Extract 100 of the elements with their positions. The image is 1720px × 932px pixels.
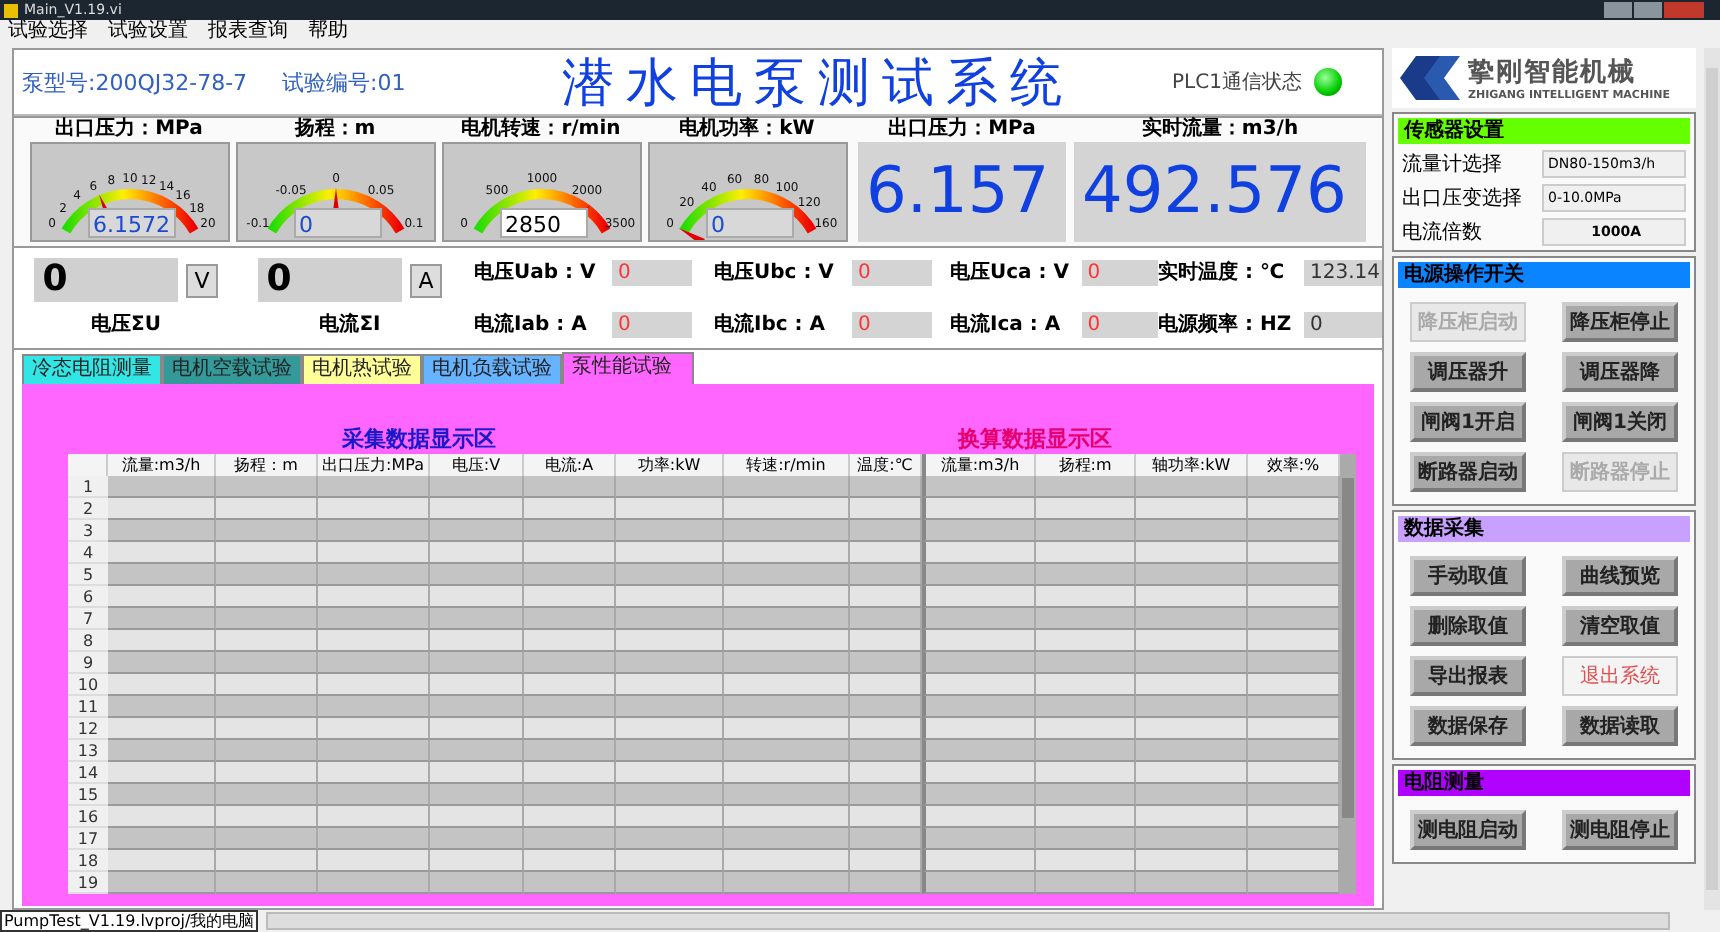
- phase-label: 实时温度 : ℃: [1158, 258, 1287, 286]
- table-cell: [318, 718, 430, 740]
- table-cell: [724, 828, 850, 850]
- phase-label: 电流Ibc : A: [714, 310, 828, 338]
- table-cell: [616, 828, 724, 850]
- column-header: 流量:m3/h: [922, 454, 1036, 476]
- table-cell: [850, 542, 922, 564]
- action-button[interactable]: 断路器启动: [1410, 452, 1527, 492]
- table-cell: [1248, 652, 1340, 674]
- action-button[interactable]: 手动取值: [1410, 556, 1527, 596]
- table-cell: [1136, 718, 1248, 740]
- table-cell: [108, 828, 216, 850]
- action-button[interactable]: 测电阻停止: [1562, 810, 1679, 850]
- tab[interactable]: 电机负载试验: [422, 354, 562, 384]
- action-button[interactable]: 数据读取: [1562, 706, 1679, 746]
- action-button[interactable]: 导出报表: [1410, 656, 1527, 696]
- group-title: 传感器设置: [1398, 118, 1691, 144]
- scrollbar[interactable]: [1340, 454, 1356, 894]
- action-button[interactable]: 降压柜停止: [1562, 302, 1679, 342]
- action-button[interactable]: 删除取值: [1410, 606, 1527, 646]
- table-cell: [616, 586, 724, 608]
- menu-item[interactable]: 试验设置: [108, 20, 188, 44]
- table-cell: [1248, 828, 1340, 850]
- table-cell: [616, 806, 724, 828]
- tab[interactable]: 泵性能试验: [562, 352, 694, 384]
- table-cell: [524, 586, 616, 608]
- tab[interactable]: 电机空载试验: [162, 354, 302, 384]
- tab[interactable]: 电机热试验: [302, 354, 422, 384]
- table-cell: [1136, 784, 1248, 806]
- table-cell: [216, 828, 318, 850]
- table-cell: [108, 674, 216, 696]
- table-cell: [1248, 696, 1340, 718]
- menu-item[interactable]: 报表查询: [208, 20, 288, 44]
- tab[interactable]: 冷态电阻测量: [22, 354, 162, 384]
- table-cell: [318, 784, 430, 806]
- column-header: 电流:A: [524, 454, 616, 476]
- horizontal-scrollbar[interactable]: [266, 912, 1671, 930]
- action-button[interactable]: 调压器升: [1410, 352, 1527, 392]
- action-button[interactable]: 闸阀1开启: [1410, 402, 1527, 442]
- phase-label: 电压Uab : V: [474, 259, 598, 286]
- action-button[interactable]: 闸阀1关闭: [1562, 402, 1679, 442]
- table-cell: [524, 784, 616, 806]
- action-button[interactable]: 测电阻启动: [1410, 810, 1527, 850]
- table-cell: [1248, 630, 1340, 652]
- row-number: 11: [68, 696, 108, 718]
- action-button[interactable]: 退出系统: [1562, 656, 1679, 696]
- window-scrollbar[interactable]: [1704, 48, 1720, 910]
- table-cell: [1136, 740, 1248, 762]
- table-cell: [524, 520, 616, 542]
- table-cell: [1036, 696, 1136, 718]
- table-cell: [318, 674, 430, 696]
- table-cell: [922, 630, 1036, 652]
- table-corner: [68, 454, 108, 476]
- action-button[interactable]: 调压器降: [1562, 352, 1679, 392]
- table-cell: [524, 630, 616, 652]
- table-cell: [524, 498, 616, 520]
- plc-status-label: PLC1通信状态: [1172, 69, 1302, 96]
- table-cell: [524, 718, 616, 740]
- table-cell: [1248, 520, 1340, 542]
- action-button[interactable]: 曲线预览: [1562, 556, 1679, 596]
- table-cell: [922, 652, 1036, 674]
- minimize-button[interactable]: [1604, 2, 1632, 18]
- table-cell: [922, 674, 1036, 696]
- table-cell: [850, 498, 922, 520]
- table-cell: [430, 608, 524, 630]
- table-cell: [1136, 498, 1248, 520]
- table-cell: [616, 872, 724, 894]
- gauge-scale-arc: [266, 189, 404, 234]
- table-cell: [430, 630, 524, 652]
- table-cell: [724, 762, 850, 784]
- table-cell: [108, 696, 216, 718]
- system-title: 潜水电泵测试系统: [562, 51, 1076, 116]
- table-cell: [108, 718, 216, 740]
- table-cell: [724, 718, 850, 740]
- menu-item[interactable]: 帮助: [308, 20, 348, 44]
- table-cell: [524, 696, 616, 718]
- action-button[interactable]: 数据保存: [1410, 706, 1527, 746]
- table-cell: [430, 784, 524, 806]
- table-cell: [1248, 586, 1340, 608]
- close-button[interactable]: [1664, 2, 1704, 18]
- table-cell: [724, 696, 850, 718]
- table-cell: [850, 740, 922, 762]
- phase-label: 电压Uca : V: [950, 259, 1071, 286]
- table-cell: [1248, 564, 1340, 586]
- table-cell: [108, 586, 216, 608]
- table-cell: [318, 850, 430, 872]
- unit-label: A: [410, 263, 442, 297]
- action-button[interactable]: 清空取值: [1562, 606, 1679, 646]
- row-number: 2: [68, 498, 108, 520]
- maximize-button[interactable]: [1634, 2, 1662, 18]
- table-cell: [108, 608, 216, 630]
- table-cell: [724, 806, 850, 828]
- phase-value: 123.14: [1304, 259, 1382, 285]
- table-cell: [616, 498, 724, 520]
- table-cell: [318, 542, 430, 564]
- phase-label: 电流Ica : A: [950, 310, 1063, 338]
- menu-item[interactable]: 试验选择: [8, 20, 88, 44]
- table-cell: [850, 652, 922, 674]
- column-header: 轴功率:kW: [1136, 454, 1248, 476]
- gauge-label: 出口压力：MPa: [55, 118, 203, 142]
